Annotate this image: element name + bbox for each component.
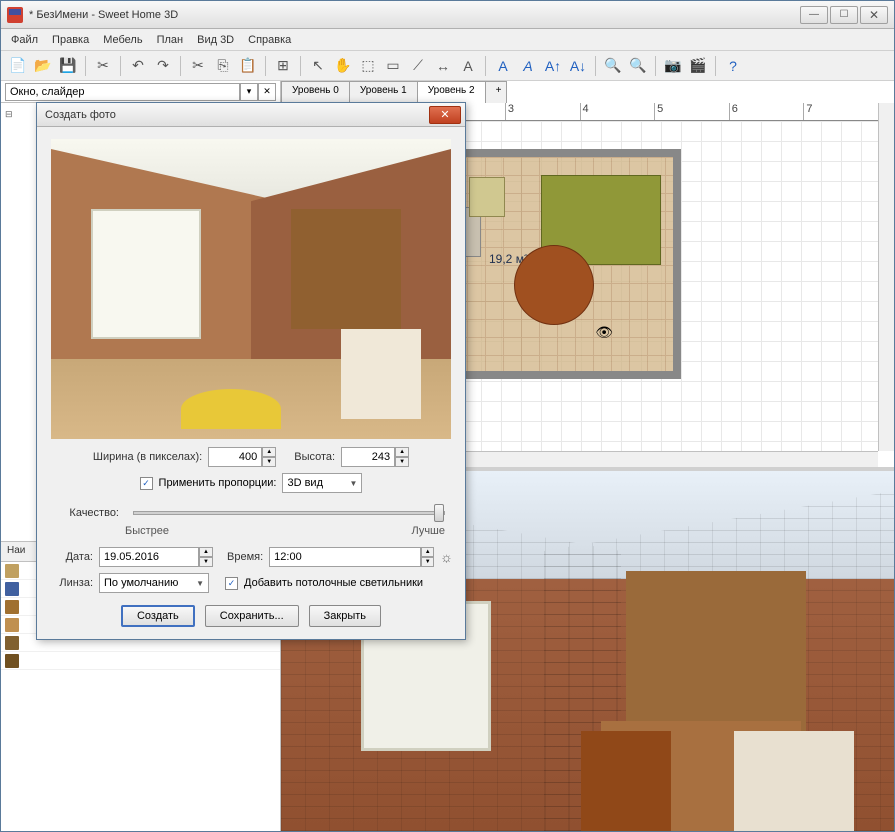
text-increase-icon[interactable]: A↑ bbox=[542, 55, 564, 77]
zoom-in-icon[interactable]: 🔍 bbox=[602, 55, 624, 77]
create-button[interactable]: Создать bbox=[121, 605, 195, 627]
photo-preview bbox=[51, 139, 451, 439]
spinner-down-icon[interactable]: ▼ bbox=[199, 557, 213, 567]
dialog-close-button[interactable]: ✕ bbox=[429, 106, 461, 124]
photo-icon[interactable]: 📷 bbox=[662, 55, 684, 77]
toolbar: 📄 📂 💾 ✂ ↶ ↷ ✂ ⎘ 📋 ⊞ ↖ ✋ ⬚ ▭ ⟋ ↔ A A A A↑… bbox=[1, 51, 894, 81]
tab-level-2[interactable]: Уровень 2 bbox=[417, 81, 486, 103]
spinner-down-icon[interactable]: ▼ bbox=[262, 457, 276, 467]
spinner-down-icon[interactable]: ▼ bbox=[395, 457, 409, 467]
list-item[interactable] bbox=[1, 652, 280, 670]
time-label: Время: bbox=[227, 551, 263, 563]
spinner-down-icon[interactable]: ▼ bbox=[421, 557, 434, 567]
scrollbar-vertical[interactable] bbox=[878, 103, 894, 451]
date-label: Дата: bbox=[49, 551, 93, 563]
spinner-up-icon[interactable]: ▲ bbox=[421, 547, 434, 557]
date-input[interactable] bbox=[99, 547, 199, 567]
menu-furniture[interactable]: Мебель bbox=[97, 31, 148, 49]
menu-help[interactable]: Справка bbox=[242, 31, 297, 49]
furniture-table[interactable] bbox=[514, 245, 594, 325]
spinner-up-icon[interactable]: ▲ bbox=[262, 447, 276, 457]
catalog-clear-icon[interactable]: ✕ bbox=[258, 83, 276, 101]
sun-icon[interactable]: ☼ bbox=[440, 549, 453, 565]
undo-icon[interactable]: ↶ bbox=[127, 55, 149, 77]
catalog-dropdown-icon[interactable]: ▾ bbox=[240, 83, 258, 101]
paste-icon[interactable]: 📋 bbox=[237, 55, 259, 77]
close-button[interactable]: ✕ bbox=[860, 6, 888, 24]
aspect-checkbox[interactable]: ✓ bbox=[140, 477, 153, 490]
new-icon[interactable]: 📄 bbox=[7, 55, 29, 77]
width-label: Ширина (в пикселах): bbox=[93, 451, 202, 463]
aspect-select[interactable]: 3D вид bbox=[282, 473, 362, 493]
close-button[interactable]: Закрыть bbox=[309, 605, 381, 627]
ceiling-lights-checkbox[interactable]: ✓ bbox=[225, 577, 238, 590]
create-photo-dialog: Создать фото ✕ Ширина (в пикселах): ▲▼ В… bbox=[36, 102, 466, 640]
time-input[interactable] bbox=[269, 547, 421, 567]
text-icon[interactable]: A bbox=[457, 55, 479, 77]
redo-icon[interactable]: ↷ bbox=[152, 55, 174, 77]
video-icon[interactable]: 🎬 bbox=[687, 55, 709, 77]
text-bold-icon[interactable]: A bbox=[492, 55, 514, 77]
help-icon[interactable]: ? bbox=[722, 55, 744, 77]
add-level-button[interactable]: + bbox=[485, 81, 507, 103]
aspect-label: Применить пропорции: bbox=[159, 477, 277, 489]
menu-edit[interactable]: Правка bbox=[46, 31, 95, 49]
text-decrease-icon[interactable]: A↓ bbox=[567, 55, 589, 77]
zoom-out-icon[interactable]: 🔍 bbox=[627, 55, 649, 77]
3d-chair bbox=[734, 731, 854, 831]
menubar: Файл Правка Мебель План Вид 3D Справка bbox=[1, 29, 894, 51]
copy-icon[interactable]: ⎘ bbox=[212, 55, 234, 77]
quality-slider[interactable] bbox=[133, 511, 445, 515]
slider-thumb[interactable] bbox=[434, 504, 444, 522]
window-title: * БезИмени - Sweet Home 3D bbox=[29, 9, 800, 21]
menu-plan[interactable]: План bbox=[151, 31, 190, 49]
height-label: Высота: bbox=[294, 451, 335, 463]
save-button[interactable]: Сохранить... bbox=[205, 605, 299, 627]
wall-icon[interactable]: ⬚ bbox=[357, 55, 379, 77]
spinner-up-icon[interactable]: ▲ bbox=[395, 447, 409, 457]
preferences-icon[interactable]: ✂ bbox=[92, 55, 114, 77]
dimension-icon[interactable]: ↔ bbox=[432, 55, 454, 77]
spinner-up-icon[interactable]: ▲ bbox=[199, 547, 213, 557]
width-input[interactable] bbox=[208, 447, 262, 467]
furniture-chair[interactable] bbox=[469, 177, 505, 217]
select-icon[interactable]: ↖ bbox=[307, 55, 329, 77]
minimize-button[interactable]: — bbox=[800, 6, 828, 24]
app-icon bbox=[7, 7, 23, 23]
room-icon[interactable]: ▭ bbox=[382, 55, 404, 77]
furniture-col-name[interactable]: Наи bbox=[1, 542, 41, 561]
catalog-search[interactable] bbox=[5, 83, 240, 101]
maximize-button[interactable]: ☐ bbox=[830, 6, 858, 24]
menu-view3d[interactable]: Вид 3D bbox=[191, 31, 240, 49]
3d-shelf bbox=[626, 571, 806, 731]
quality-label: Качество: bbox=[49, 507, 119, 519]
tab-level-1[interactable]: Уровень 1 bbox=[349, 81, 418, 103]
add-furniture-icon[interactable]: ⊞ bbox=[272, 55, 294, 77]
save-icon[interactable]: 💾 bbox=[57, 55, 79, 77]
open-icon[interactable]: 📂 bbox=[32, 55, 54, 77]
ceiling-lights-label: Добавить потолочные светильники bbox=[244, 577, 423, 589]
quality-best-label: Лучше bbox=[411, 525, 445, 537]
height-input[interactable] bbox=[341, 447, 395, 467]
tab-level-0[interactable]: Уровень 0 bbox=[281, 81, 350, 103]
3d-chair2 bbox=[581, 731, 671, 831]
camera-icon[interactable]: 👁 bbox=[595, 324, 613, 341]
polyline-icon[interactable]: ⟋ bbox=[407, 55, 429, 77]
cut-icon[interactable]: ✂ bbox=[187, 55, 209, 77]
titlebar: * БезИмени - Sweet Home 3D — ☐ ✕ bbox=[1, 1, 894, 29]
lens-select[interactable]: По умолчанию bbox=[99, 573, 209, 593]
dialog-title: Создать фото bbox=[41, 109, 429, 121]
pan-icon[interactable]: ✋ bbox=[332, 55, 354, 77]
text-italic-icon[interactable]: A bbox=[517, 55, 539, 77]
lens-label: Линза: bbox=[49, 577, 93, 589]
menu-file[interactable]: Файл bbox=[5, 31, 44, 49]
quality-fast-label: Быстрее bbox=[125, 525, 169, 537]
